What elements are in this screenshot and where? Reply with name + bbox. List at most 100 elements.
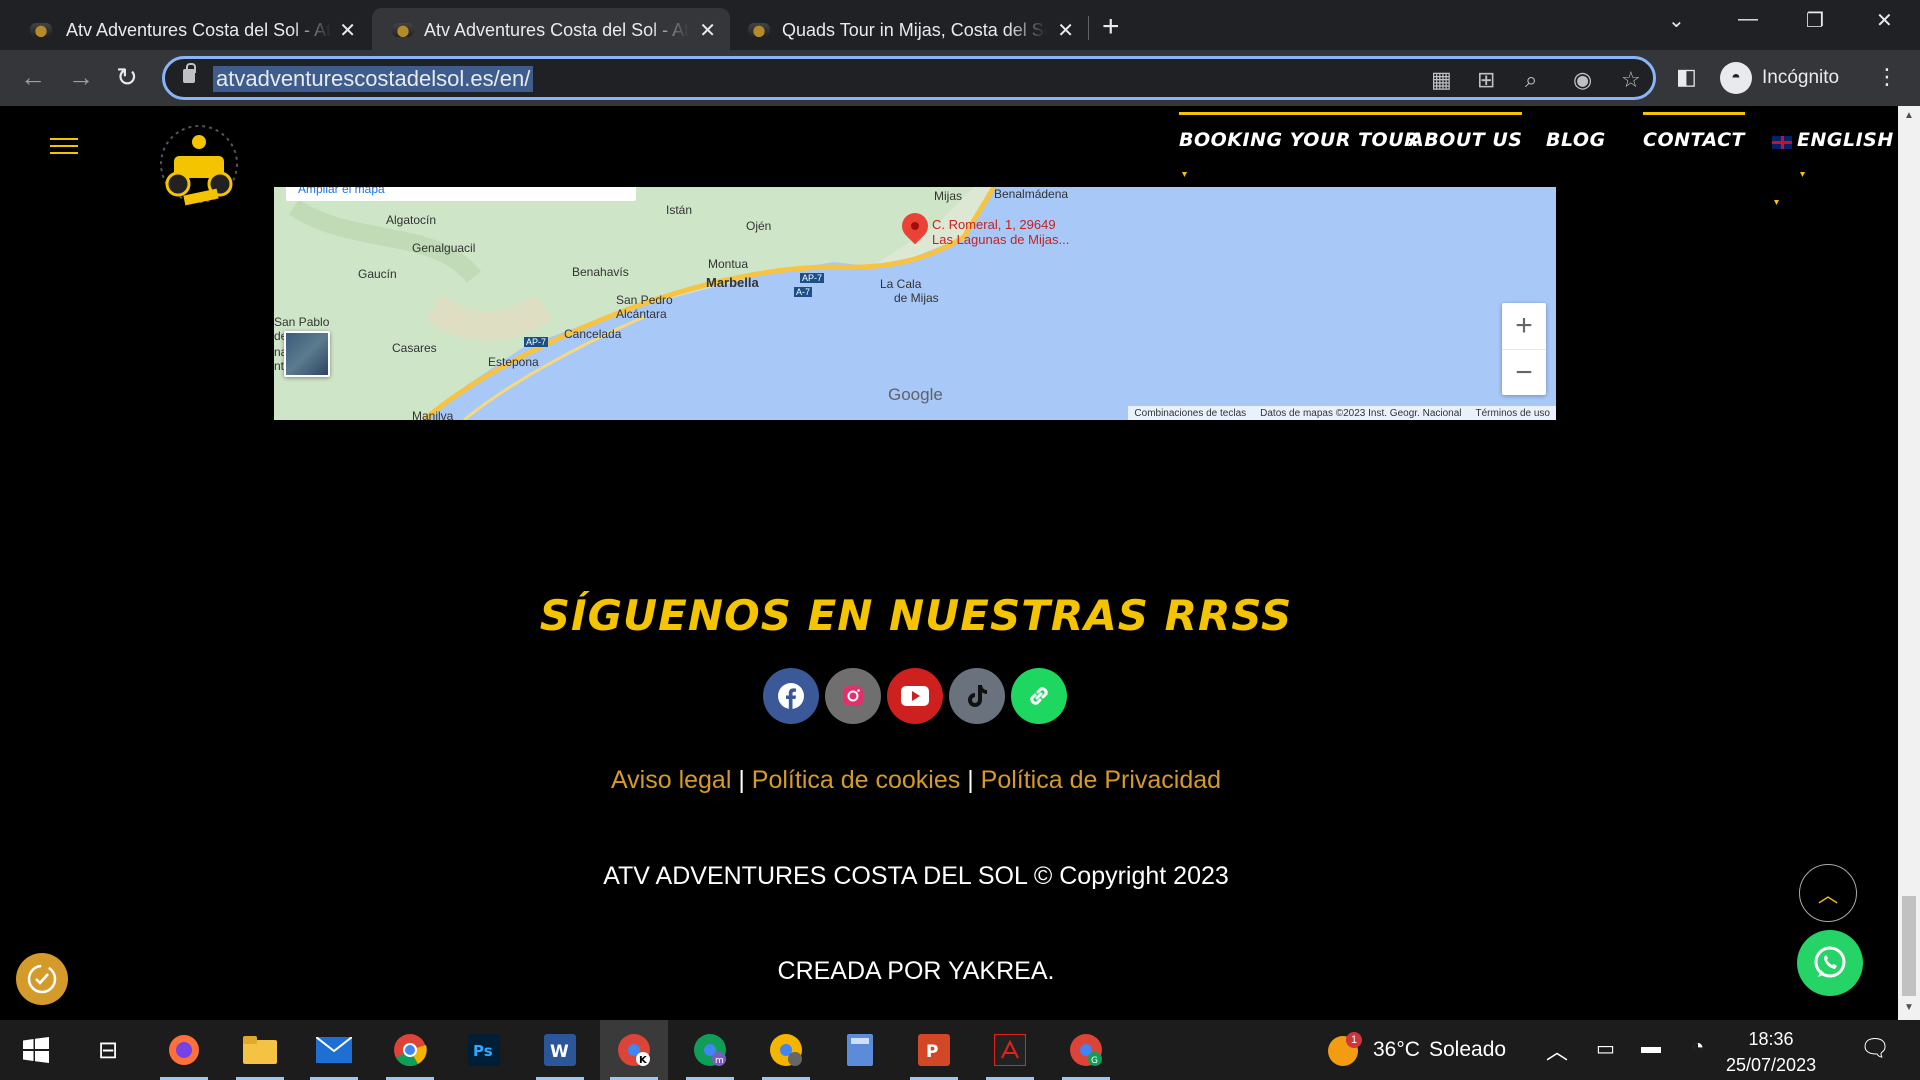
weather-condition[interactable]: Soleado — [1429, 1038, 1506, 1062]
photoshop-icon[interactable]: Ps — [464, 1030, 504, 1070]
nav-about-us[interactable]: ABOUT US — [1409, 112, 1523, 151]
chrome-profile-k-icon[interactable]: K — [614, 1030, 654, 1070]
scroll-to-top-button[interactable]: ︿ — [1799, 864, 1857, 922]
file-explorer-icon[interactable] — [240, 1030, 280, 1070]
google-map[interactable]: Ampliar el mapa Mijas Benalmádena Algato… — [274, 187, 1556, 420]
lock-icon[interactable] — [183, 63, 196, 83]
map-label: Casares — [392, 341, 437, 355]
weather-temperature[interactable]: 36°C — [1373, 1038, 1420, 1062]
close-tab-icon[interactable]: ✕ — [699, 18, 716, 43]
address-bar[interactable]: atvadventurescostadelsol.es/en/ ▦ ⊞ ⌕ ◉ … — [162, 56, 1656, 100]
calculator-icon[interactable] — [840, 1030, 880, 1070]
map-label: San Pablo — [274, 315, 330, 329]
chrome-profile-g-icon[interactable]: G — [1066, 1030, 1106, 1070]
zoom-out-button[interactable]: − — [1502, 349, 1546, 395]
meet-now-icon[interactable]: ▭ — [1596, 1036, 1615, 1061]
windows-taskbar: ⊟ Ps W K m P G 1 36°C Soleado ︿ ▭ ▬ ◔ 18… — [0, 1020, 1920, 1080]
tray-chevron-up-icon[interactable]: ︿ — [1546, 1034, 1568, 1066]
scroll-up-arrow-icon[interactable]: ▲ — [1904, 110, 1914, 121]
tab-search-chevron-icon[interactable]: ⌄ — [1668, 8, 1685, 33]
url-text[interactable]: atvadventurescostadelsol.es/en/ — [213, 66, 534, 92]
nav-language-english[interactable]: ENGLISH — [1797, 115, 1894, 151]
mail-icon[interactable] — [314, 1030, 354, 1070]
chrome-profile-m-icon[interactable]: m — [690, 1030, 730, 1070]
cookie-consent-button[interactable] — [16, 953, 68, 1005]
atv-adventures-logo[interactable] — [144, 116, 254, 216]
firefox-icon[interactable] — [164, 1030, 204, 1070]
chrome-icon[interactable] — [390, 1030, 430, 1070]
map-label: de Mijas — [894, 291, 939, 305]
weather-badge: 1 — [1346, 1032, 1362, 1048]
privacy-policy-link[interactable]: Política de Privacidad — [981, 766, 1221, 794]
new-tab-plus-icon[interactable]: + — [1102, 10, 1120, 44]
notification-center-icon[interactable]: 🗨 — [1860, 1034, 1890, 1063]
wifi-icon[interactable]: ◔ — [1692, 1036, 1704, 1059]
browser-tab-3[interactable]: Quads Tour in Mijas, Costa del Sol ✕ — [730, 8, 1088, 50]
instagram-button[interactable] — [825, 668, 881, 724]
forward-arrow-icon[interactable]: → — [68, 62, 94, 93]
task-view-icon[interactable]: ⊟ — [88, 1030, 128, 1070]
chrome-profile-photo-icon[interactable] — [766, 1030, 806, 1070]
browser-tab-1[interactable]: Atv Adventures Costa del Sol - Atv ✕ — [0, 8, 370, 50]
restore-icon[interactable]: ❐ — [1806, 8, 1824, 33]
legal-notice-link[interactable]: Aviso legal — [611, 766, 731, 794]
tiktok-icon — [968, 685, 987, 707]
map-label: Benahavís — [572, 265, 629, 279]
nav-contact[interactable]: CONTACT — [1643, 112, 1746, 151]
close-tab-icon[interactable]: ✕ — [1057, 18, 1074, 43]
windows-start-icon[interactable] — [16, 1030, 56, 1070]
powerpoint-icon[interactable]: P — [914, 1030, 954, 1070]
terms-of-use-link[interactable]: Términos de uso — [1476, 408, 1550, 419]
facebook-icon — [778, 683, 804, 709]
tab-title: Atv Adventures Costa del Sol - Atv — [424, 20, 689, 40]
qr-code-icon[interactable]: ▦ — [1431, 67, 1452, 93]
word-icon[interactable]: W — [540, 1030, 580, 1070]
browser-tab-2[interactable]: Atv Adventures Costa del Sol - Atv ✕ — [372, 8, 730, 50]
bookmark-star-icon[interactable]: ☆ — [1621, 67, 1641, 93]
back-arrow-icon[interactable]: ← — [20, 62, 46, 93]
menu-kebab-icon[interactable]: ⋮ — [1876, 64, 1898, 90]
scrollbar-thumb[interactable] — [1902, 896, 1916, 996]
map-label: Genalguacil — [412, 241, 476, 255]
incognito-profile-button[interactable]: ◓ Incógnito — [1720, 60, 1860, 96]
keyboard-shortcuts-link[interactable]: Combinaciones de teclas — [1134, 408, 1246, 419]
tracking-protection-eye-icon[interactable]: ◉ — [1573, 67, 1592, 93]
map-label: AP-7 — [800, 273, 825, 283]
whatsapp-button[interactable] — [1797, 930, 1863, 996]
translate-icon[interactable]: ⊞ — [1477, 67, 1495, 93]
zoom-icon[interactable]: ⌕ — [1525, 67, 1537, 93]
marker-address-line: C. Romeral, 1, 29649 — [932, 217, 1056, 232]
map-marker-address: C. Romeral, 1, 29649 Las Lagunas de Mija… — [932, 217, 1069, 247]
cookie-policy-link[interactable]: Política de cookies — [752, 766, 960, 794]
taskbar-clock[interactable]: 18:36 25/07/2023 — [1726, 1026, 1816, 1078]
minimize-icon[interactable]: — — [1738, 8, 1758, 31]
follow-us-heading: SÍGUENOS EN NUESTRAS RRSS — [539, 591, 1293, 640]
side-panel-icon[interactable]: ◧ — [1676, 64, 1697, 90]
acrobat-icon[interactable] — [990, 1030, 1030, 1070]
close-tab-icon[interactable]: ✕ — [339, 18, 356, 43]
scroll-down-arrow-icon[interactable]: ▼ — [1904, 1002, 1914, 1013]
nav-booking-your-tour[interactable]: BOOKING YOUR TOUR — [1179, 112, 1420, 151]
web-page: BOOKING YOUR TOUR ABOUT US BLOG CONTACT … — [0, 106, 1898, 1020]
page-scrollbar[interactable]: ▲ ▼ — [1898, 106, 1920, 1020]
youtube-button[interactable] — [887, 668, 943, 724]
whatsapp-icon — [1814, 946, 1846, 978]
facebook-button[interactable] — [763, 668, 819, 724]
battery-icon[interactable]: ▬ — [1641, 1036, 1661, 1059]
web-link-button[interactable] — [1011, 668, 1067, 724]
tiktok-button[interactable] — [949, 668, 1005, 724]
map-label: Gaucín — [358, 267, 397, 281]
clock-time: 18:36 — [1748, 1029, 1794, 1049]
satellite-view-toggle[interactable] — [284, 331, 330, 377]
cookie-settings-icon — [27, 964, 57, 994]
enlarge-map-link[interactable]: Ampliar el mapa — [286, 187, 636, 201]
zoom-in-button[interactable]: + — [1502, 303, 1546, 349]
copyright-text: ATV ADVENTURES COSTA DEL SOL © Copyright… — [603, 862, 1229, 890]
link-separator: | — [738, 766, 745, 794]
map-label: Montua — [708, 257, 749, 271]
nav-blog[interactable]: BLOG — [1546, 115, 1606, 151]
window-close-icon[interactable]: ✕ — [1876, 8, 1893, 33]
hamburger-menu-icon[interactable] — [50, 138, 78, 154]
social-links — [763, 668, 1067, 724]
reload-icon[interactable]: ↻ — [116, 62, 138, 93]
